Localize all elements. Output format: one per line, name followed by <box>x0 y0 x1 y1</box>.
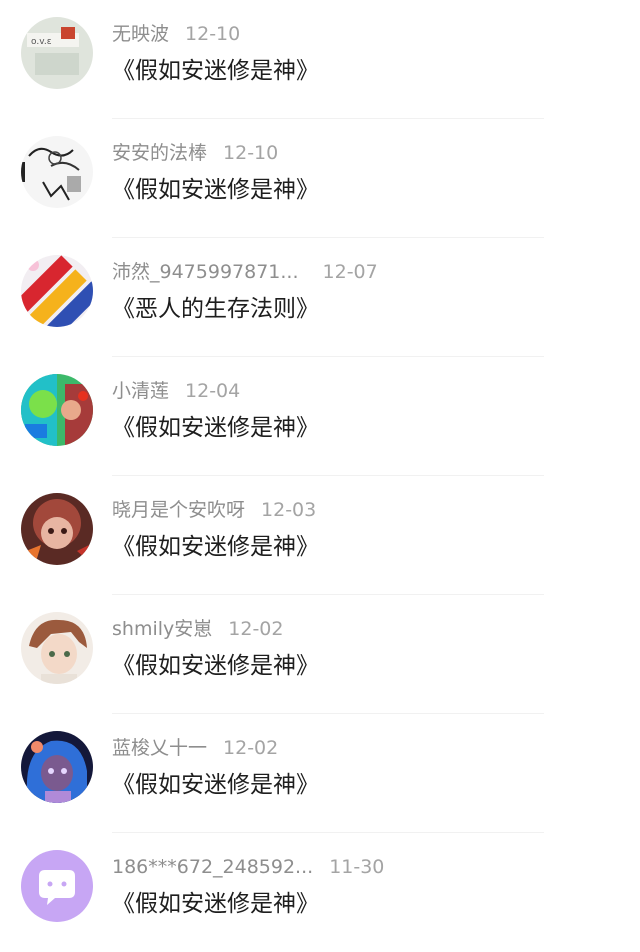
conversation-item[interactable]: 小清莲 12-04 《假如安迷修是神》 <box>0 357 640 476</box>
conversation-meta: 小清莲 12-04 <box>112 377 240 405</box>
avatar-brown-hair-icon <box>21 612 93 684</box>
message-date: 12-07 <box>322 261 378 283</box>
conversation-meta: 安安的法棒 12-10 <box>112 139 278 167</box>
message-preview: 《恶人的生存法则》 <box>112 296 319 322</box>
avatar[interactable] <box>21 493 93 565</box>
sender-name: 186***672_248592... <box>112 856 314 878</box>
conversation-item[interactable]: 沛然_9475997871... 12-07 《恶人的生存法则》 <box>0 238 640 357</box>
message-date: 12-02 <box>228 618 284 640</box>
conversation-item[interactable]: o.v.ɛ 无映波 12-10 《假如安迷修是神》 <box>0 0 640 119</box>
message-preview: 《假如安迷修是神》 <box>112 534 319 560</box>
avatar[interactable] <box>21 731 93 803</box>
sender-name: 安安的法棒 <box>112 142 208 164</box>
conversation-item[interactable]: 蓝梭乂十一 12-02 《假如安迷修是神》 <box>0 714 640 833</box>
avatar[interactable] <box>21 374 93 446</box>
avatar[interactable] <box>21 255 93 327</box>
message-date: 12-02 <box>223 737 279 759</box>
message-preview: 《假如安迷修是神》 <box>112 415 319 441</box>
message-date: 11-30 <box>329 856 385 878</box>
conversation-meta: shmily安崽 12-02 <box>112 615 283 643</box>
sender-name: 晓月是个安吹呀 <box>112 499 246 521</box>
conversation-meta: 蓝梭乂十一 12-02 <box>112 734 278 762</box>
avatar[interactable] <box>21 136 93 208</box>
avatar-sketch-icon <box>21 136 93 208</box>
sender-name: 蓝梭乂十一 <box>112 737 208 759</box>
svg-text:o.v.ɛ: o.v.ɛ <box>31 37 52 47</box>
avatar-rainbow-icon <box>21 255 93 327</box>
message-date: 12-10 <box>185 23 241 45</box>
avatar-blue-hair-icon <box>21 731 93 803</box>
message-preview: 《假如安迷修是神》 <box>112 891 319 917</box>
avatar[interactable]: o.v.ɛ <box>21 17 93 89</box>
sender-name: 小清莲 <box>112 380 170 402</box>
avatar-green-character-icon <box>21 374 93 446</box>
avatar-default-chat-icon <box>21 850 93 922</box>
avatar-sticker-icon: o.v.ɛ <box>21 17 93 89</box>
message-date: 12-04 <box>185 380 241 402</box>
message-preview: 《假如安迷修是神》 <box>112 177 319 203</box>
sender-name: 无映波 <box>112 23 170 45</box>
avatar[interactable] <box>21 612 93 684</box>
conversation-meta: 晓月是个安吹呀 12-03 <box>112 496 316 524</box>
message-date: 12-03 <box>261 499 317 521</box>
conversation-meta: 沛然_9475997871... 12-07 <box>112 258 378 286</box>
message-preview: 《假如安迷修是神》 <box>112 772 319 798</box>
conversation-item[interactable]: shmily安崽 12-02 《假如安迷修是神》 <box>0 595 640 714</box>
sender-name: 沛然_9475997871... <box>112 261 299 283</box>
conversation-item[interactable]: 晓月是个安吹呀 12-03 《假如安迷修是神》 <box>0 476 640 595</box>
message-date: 12-10 <box>223 142 279 164</box>
avatar[interactable] <box>21 850 93 922</box>
conversation-item[interactable]: 安安的法棒 12-10 《假如安迷修是神》 <box>0 119 640 238</box>
sender-name: shmily安崽 <box>112 618 213 640</box>
avatar-red-character-icon <box>21 493 93 565</box>
conversation-item[interactable]: 186***672_248592... 11-30 《假如安迷修是神》 <box>0 833 640 952</box>
conversation-meta: 无映波 12-10 <box>112 20 240 48</box>
message-preview: 《假如安迷修是神》 <box>112 653 319 679</box>
message-preview: 《假如安迷修是神》 <box>112 58 319 84</box>
conversation-meta: 186***672_248592... 11-30 <box>112 853 384 881</box>
